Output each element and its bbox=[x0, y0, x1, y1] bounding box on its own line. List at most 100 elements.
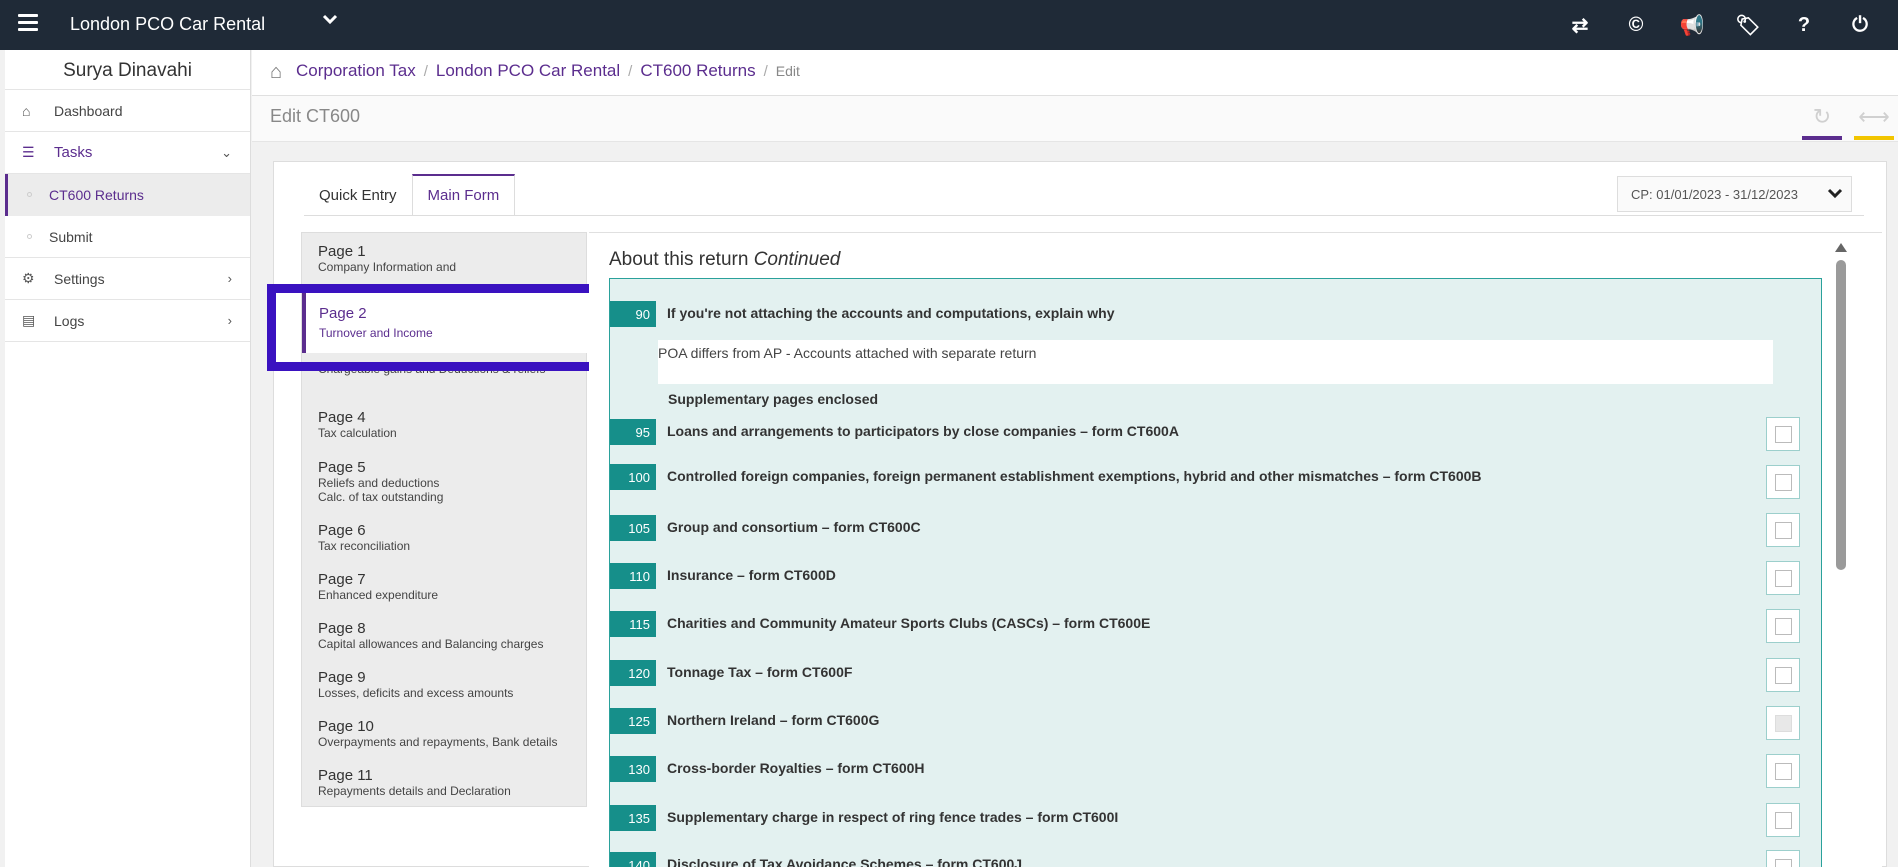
document-icon: ▤ bbox=[22, 312, 36, 328]
sidebar-item-label: Dashboard bbox=[54, 102, 123, 119]
box-number: 120 bbox=[610, 660, 656, 686]
scrollbar-thumb[interactable] bbox=[1836, 260, 1846, 570]
checkbox[interactable] bbox=[1766, 658, 1800, 692]
box-label: Disclosure of Tax Avoidance Schemes – fo… bbox=[667, 856, 1023, 867]
tab-quick-entry[interactable]: Quick Entry bbox=[304, 174, 412, 216]
scroll-up-icon[interactable] bbox=[1835, 243, 1847, 252]
checkbox[interactable] bbox=[1766, 850, 1800, 867]
checkbox[interactable] bbox=[1766, 706, 1800, 740]
page-nav-item[interactable]: Page 9 Losses, deficits and excess amoun… bbox=[302, 669, 588, 700]
menu-icon[interactable] bbox=[18, 14, 38, 31]
box-label: Charities and Community Amateur Sports C… bbox=[667, 615, 1151, 631]
box-number: 135 bbox=[610, 805, 656, 831]
ticket-icon[interactable]: 🏷 bbox=[1720, 0, 1776, 50]
scrollbar[interactable] bbox=[1835, 240, 1847, 860]
checkbox[interactable] bbox=[1766, 513, 1800, 547]
box-number: 90 bbox=[610, 301, 656, 327]
period-select[interactable]: CP: 01/01/2023 - 31/12/2023 bbox=[1617, 176, 1852, 212]
sidebar-item-ct600-returns[interactable]: CT600 Returns bbox=[5, 174, 250, 216]
transfer-icon[interactable]: ⇄ bbox=[1552, 0, 1608, 50]
power-icon[interactable]: ⏻ bbox=[1832, 0, 1888, 50]
checkbox[interactable] bbox=[1766, 465, 1800, 499]
page-nav-item[interactable]: Page 8 Capital allowances and Balancing … bbox=[302, 620, 588, 651]
sidebar: Surya Dinavahi ⌂ Dashboard ☰ Tasks ⌄ CT6… bbox=[5, 50, 251, 867]
breadcrumb-current: Edit bbox=[775, 63, 800, 79]
page-nav-item[interactable]: Page 4 Tax calculation bbox=[302, 409, 588, 440]
breadcrumb-corporation-tax[interactable]: Corporation Tax bbox=[296, 61, 416, 81]
form-row: 125 Northern Ireland – form CT600G bbox=[610, 706, 1823, 740]
chevron-down-icon[interactable] bbox=[322, 12, 338, 30]
page-nav-item[interactable]: Page 10 Overpayments and repayments, Ban… bbox=[302, 718, 588, 749]
box-label: Controlled foreign companies, foreign pe… bbox=[667, 468, 1482, 484]
checkbox[interactable] bbox=[1766, 561, 1800, 595]
supplementary-heading: Supplementary pages enclosed bbox=[668, 391, 879, 407]
sidebar-item-label: Logs bbox=[54, 312, 85, 329]
form-area: About this return Continued 90 If you're… bbox=[589, 232, 1882, 867]
box-label: Insurance – form CT600D bbox=[667, 567, 836, 583]
sidebar-item-label: CT600 Returns bbox=[49, 187, 144, 203]
form-row: 100 Controlled foreign companies, foreig… bbox=[610, 462, 1823, 499]
page-header: Edit CT600 ↻ ⟷ bbox=[252, 96, 1898, 142]
sidebar-item-label: Submit bbox=[49, 228, 93, 245]
page-nav-item[interactable]: Chargeable gains and Deductions & relief… bbox=[302, 362, 588, 376]
gear-icon: ⚙ bbox=[22, 270, 35, 286]
sidebar-item-logs[interactable]: ▤ Logs › bbox=[5, 300, 250, 342]
form-row: 135 Supplementary charge in respect of r… bbox=[610, 803, 1823, 837]
form-row: 90 If you're not attaching the accounts … bbox=[610, 299, 1823, 329]
checkbox[interactable] bbox=[1766, 754, 1800, 788]
box-label: Northern Ireland – form CT600G bbox=[667, 712, 880, 728]
form-row: 110 Insurance – form CT600D bbox=[610, 561, 1823, 595]
page-navigator: Page 1 Company Information and Page 2 Tu… bbox=[301, 232, 588, 807]
sidebar-item-label: Tasks bbox=[54, 144, 93, 161]
help-icon[interactable]: ? bbox=[1776, 0, 1832, 50]
home-icon: ⌂ bbox=[22, 102, 31, 119]
sidebar-item-submit[interactable]: Submit bbox=[5, 216, 250, 258]
box-number: 140 bbox=[610, 852, 656, 867]
sidebar-item-tasks[interactable]: ☰ Tasks ⌄ bbox=[5, 132, 250, 174]
checkbox[interactable] bbox=[1766, 417, 1800, 451]
box-label: Group and consortium – form CT600C bbox=[667, 519, 921, 535]
section-heading: About this return Continued bbox=[609, 249, 841, 270]
page-nav-item[interactable]: Page 2 Turnover and Income bbox=[302, 293, 588, 353]
box-label: Loans and arrangements to participators … bbox=[667, 423, 1179, 439]
period-label: CP: 01/01/2023 - 31/12/2023 bbox=[1631, 186, 1798, 202]
explanation-field[interactable]: POA differs from AP - Accounts attached … bbox=[658, 340, 1773, 384]
tab-main-form[interactable]: Main Form bbox=[411, 174, 516, 216]
box-number: 115 bbox=[610, 611, 656, 637]
page-nav-item[interactable]: Page 11 Repayments details and Declarati… bbox=[302, 767, 588, 798]
page-nav-item[interactable]: Page 1 Company Information and bbox=[302, 243, 588, 274]
chevron-down-icon bbox=[1827, 183, 1843, 204]
user-name: Surya Dinavahi bbox=[5, 50, 250, 90]
box-label: Tonnage Tax – form CT600F bbox=[667, 664, 853, 680]
tasks-icon: ☰ bbox=[22, 144, 35, 160]
breadcrumb-company[interactable]: London PCO Car Rental bbox=[436, 61, 620, 81]
form-row: 115 Charities and Community Amateur Spor… bbox=[610, 609, 1823, 643]
copyright-icon[interactable]: © bbox=[1608, 0, 1664, 50]
page-nav-item[interactable]: Page 6 Tax reconciliation bbox=[302, 522, 588, 553]
box-number: 130 bbox=[610, 756, 656, 782]
checkbox[interactable] bbox=[1766, 803, 1800, 837]
company-name[interactable]: London PCO Car Rental bbox=[70, 14, 265, 35]
sidebar-item-settings[interactable]: ⚙ Settings › bbox=[5, 258, 250, 300]
breadcrumb-ct600-returns[interactable]: CT600 Returns bbox=[640, 61, 755, 81]
form-row: 95 Loans and arrangements to participato… bbox=[610, 417, 1823, 451]
megaphone-icon[interactable]: 📢 bbox=[1664, 0, 1720, 50]
form-row: 120 Tonnage Tax – form CT600F bbox=[610, 658, 1823, 692]
box-label: Cross-border Royalties – form CT600H bbox=[667, 760, 925, 776]
checkbox[interactable] bbox=[1766, 609, 1800, 643]
sidebar-item-label: Settings bbox=[54, 270, 105, 287]
page-nav-item[interactable]: Page 5 Reliefs and deductions Calc. of t… bbox=[302, 459, 588, 504]
refresh-icon[interactable]: ↻ bbox=[1802, 104, 1842, 140]
breadcrumb-bar: ⌂ Corporation Tax / London PCO Car Renta… bbox=[252, 50, 1898, 96]
box-number: 110 bbox=[610, 563, 656, 589]
page-nav-item[interactable]: Page 7 Enhanced expenditure bbox=[302, 571, 588, 602]
chevron-right-icon: › bbox=[227, 271, 232, 286]
box-number: 100 bbox=[610, 464, 656, 490]
home-icon[interactable]: ⌂ bbox=[270, 61, 282, 84]
box-label: Supplementary charge in respect of ring … bbox=[667, 809, 1119, 825]
form-row: 105 Group and consortium – form CT600C bbox=[610, 513, 1823, 547]
box-number: 95 bbox=[610, 419, 656, 445]
expand-icon[interactable]: ⟷ bbox=[1854, 104, 1894, 140]
sidebar-item-dashboard[interactable]: ⌂ Dashboard bbox=[5, 90, 250, 132]
box-number: 105 bbox=[610, 515, 656, 541]
